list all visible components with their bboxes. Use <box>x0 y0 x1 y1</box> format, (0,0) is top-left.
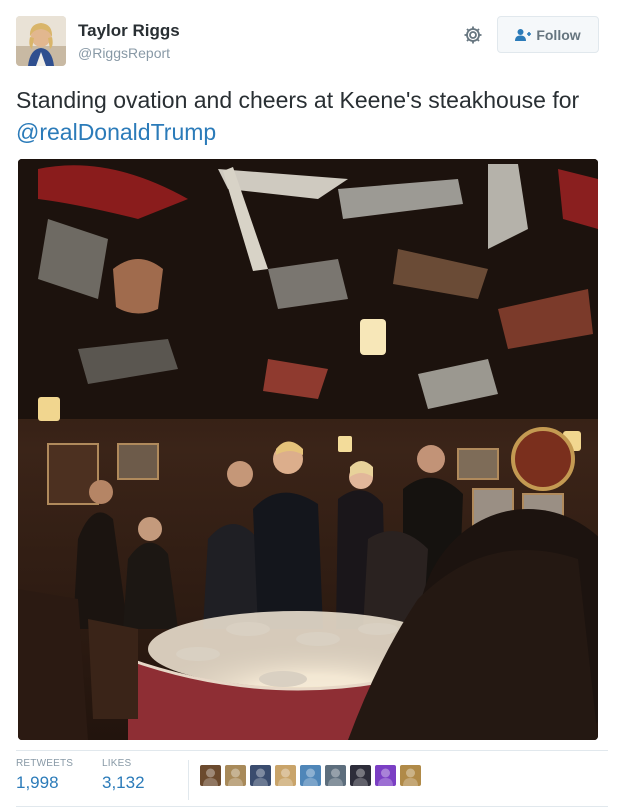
retweets-count: 1,998 <box>16 773 59 792</box>
tweet-photo[interactable] <box>18 159 598 740</box>
follow-button[interactable]: Follow <box>497 16 599 53</box>
restaurant-photo <box>18 159 598 740</box>
tweet-text: Standing ovation and cheers at Keene's s… <box>16 84 606 148</box>
tweet-body: Standing ovation and cheers at Keene's s… <box>16 87 580 113</box>
liker-avatar[interactable] <box>375 765 396 786</box>
liker-avatars <box>200 765 421 786</box>
liker-avatar[interactable] <box>200 765 221 786</box>
liker-avatar[interactable] <box>300 765 321 786</box>
divider <box>16 750 608 751</box>
author-avatar[interactable] <box>16 16 66 66</box>
gear-icon[interactable] <box>463 25 483 45</box>
user-avatar-icon <box>16 16 66 66</box>
liker-avatar[interactable] <box>225 765 246 786</box>
tweet-header: Taylor Riggs @RiggsReport Follow <box>16 15 608 67</box>
likes-count: 3,132 <box>102 773 145 792</box>
author-handle[interactable]: @RiggsReport <box>78 45 170 61</box>
divider <box>16 806 608 807</box>
tweet-stats: RETWEETS 1,998 LIKES 3,132 <box>16 758 608 802</box>
liker-avatar[interactable] <box>250 765 271 786</box>
liker-avatar[interactable] <box>325 765 346 786</box>
likes-stat[interactable]: LIKES 3,132 <box>102 758 145 793</box>
retweets-label: RETWEETS <box>16 758 74 769</box>
stats-separator <box>188 760 189 800</box>
tweet-card: Taylor Riggs @RiggsReport Follow Standin… <box>0 0 624 811</box>
liker-avatar[interactable] <box>400 765 421 786</box>
retweets-stat[interactable]: RETWEETS 1,998 <box>16 758 73 793</box>
likes-label: LIKES <box>102 758 132 769</box>
follow-label: Follow <box>536 26 581 43</box>
liker-avatar[interactable] <box>275 765 296 786</box>
mention-link[interactable]: @realDonaldTrump <box>16 119 216 145</box>
liker-avatar[interactable] <box>350 765 371 786</box>
add-user-icon <box>515 28 532 41</box>
author-name[interactable]: Taylor Riggs <box>78 21 180 41</box>
